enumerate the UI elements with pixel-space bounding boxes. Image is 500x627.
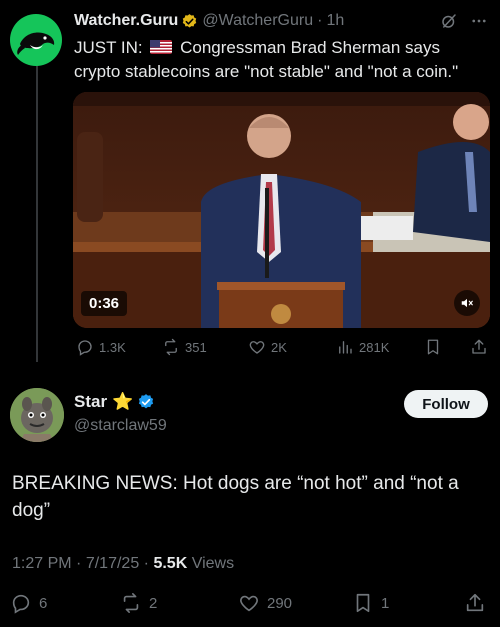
main-author-name[interactable]: Star — [74, 392, 107, 412]
reply-count: 6 — [39, 594, 48, 612]
bookmark-icon — [427, 339, 439, 355]
quoted-tweet-actions: 1.3K 351 2K 281K — [74, 338, 490, 360]
grok-icon[interactable] — [440, 12, 458, 30]
quoted-like-count: 2K — [271, 339, 287, 355]
more-options-icon[interactable] — [470, 12, 488, 30]
quoted-author-handle[interactable]: @WatcherGuru — [202, 12, 313, 30]
heart-icon — [249, 341, 265, 354]
tweet-time[interactable]: 1:27 PM — [12, 555, 72, 572]
analytics-icon — [339, 341, 352, 354]
quoted-tweet-top-icons — [440, 12, 488, 30]
main-author-name-row: Star ⭐ — [74, 392, 155, 412]
repost-icon — [165, 338, 177, 356]
verified-gold-badge-icon — [183, 13, 197, 28]
like-button[interactable]: 290 — [238, 592, 292, 614]
separator-dot: · — [317, 12, 323, 29]
quoted-tweet-text: JUST IN: Congressman Brad Sherman says c… — [74, 36, 490, 84]
main-tweet-actions: 6 2 290 1 — [0, 592, 500, 618]
share-icon — [472, 339, 486, 354]
video-mute-button[interactable] — [454, 290, 480, 316]
quoted-tweet-header: Watcher.Guru @WatcherGuru · 1h — [74, 12, 344, 30]
meta-dot: · — [76, 555, 82, 572]
quoted-like-button[interactable]: 2K — [248, 338, 287, 356]
quoted-text-prefix: JUST IN: — [74, 38, 143, 57]
reply-button[interactable]: 6 — [10, 592, 47, 614]
bookmark-count: 1 — [381, 594, 390, 612]
star-emoji: ⭐ — [112, 392, 134, 411]
quoted-view-count: 281K — [359, 339, 390, 355]
views-count: 5.5K — [153, 555, 188, 572]
follow-button[interactable]: Follow — [404, 390, 488, 418]
quoted-reply-count: 1.3K — [99, 339, 126, 355]
quoted-views-button[interactable]: 281K — [336, 338, 389, 356]
quoted-bookmark-button[interactable] — [424, 338, 442, 356]
main-author-handle[interactable]: @starclaw59 — [74, 417, 167, 435]
speaker-muted-icon — [461, 298, 473, 308]
main-tweet-meta: 1:27 PM · 7/17/25 · 5.5K Views — [12, 555, 234, 573]
us-flag-emoji-icon — [150, 40, 173, 54]
reply-icon — [12, 594, 30, 614]
main-tweet-text: BREAKING NEWS: Hot dogs are “not hot” an… — [12, 473, 459, 521]
repost-count: 2 — [149, 594, 158, 612]
video-thumbnail — [73, 92, 490, 328]
reply-icon — [78, 340, 92, 356]
verified-blue-badge-icon — [139, 394, 154, 409]
tweet-date[interactable]: 7/17/25 — [86, 555, 139, 572]
bookmark-icon — [356, 593, 370, 613]
quoted-repost-button[interactable]: 351 — [162, 338, 207, 356]
quoted-time-ago[interactable]: 1h — [326, 12, 344, 30]
repost-icon — [123, 593, 139, 613]
heart-icon — [240, 595, 258, 612]
views-label: Views — [191, 555, 235, 572]
quoted-share-button[interactable] — [470, 338, 488, 356]
watcher-guru-avatar[interactable] — [10, 14, 62, 66]
bookmark-button[interactable]: 1 — [352, 592, 389, 614]
share-icon — [466, 593, 484, 612]
meta-dot: · — [143, 555, 149, 572]
repost-button[interactable]: 2 — [120, 592, 157, 614]
video-duration-label: 0:36 — [81, 291, 128, 316]
share-button[interactable] — [464, 592, 486, 614]
quoted-author-name[interactable]: Watcher.Guru — [74, 12, 178, 30]
thread-connector-line — [36, 62, 38, 362]
quoted-reply-button[interactable]: 1.3K — [76, 338, 126, 356]
video-player[interactable]: 0:36 — [73, 92, 490, 328]
star-avatar[interactable] — [10, 388, 64, 442]
like-count: 290 — [267, 594, 293, 612]
quoted-repost-count: 351 — [185, 339, 207, 355]
